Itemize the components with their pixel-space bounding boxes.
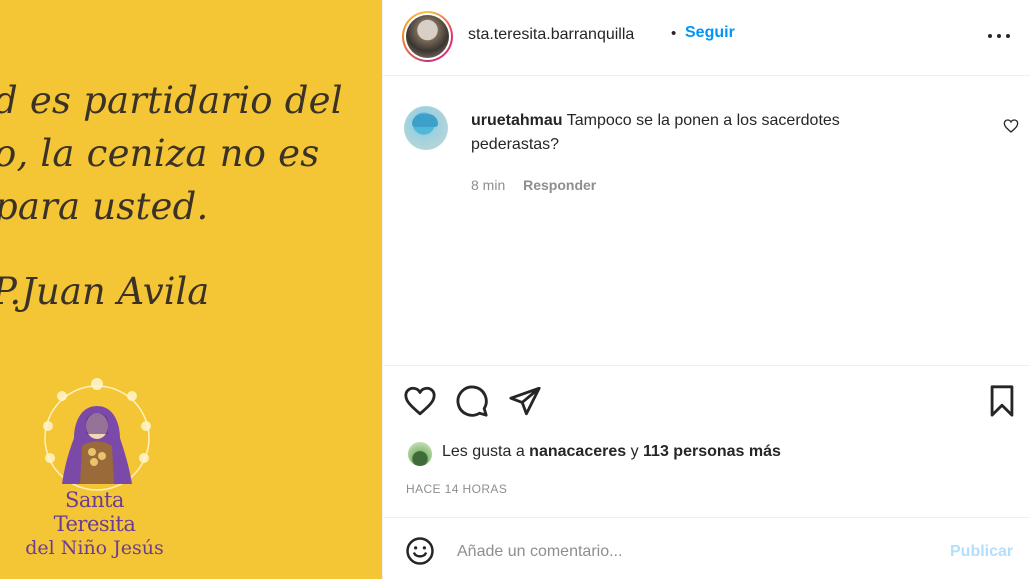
comment-age: 8 min <box>471 177 506 193</box>
comment-body: uruetahmau Tampoco se la ponen a los sac… <box>471 109 911 157</box>
post-header: sta.teresita.barranquilla • Seguir <box>383 0 1030 76</box>
separator-dot: • <box>671 25 677 42</box>
author-avatar[interactable] <box>402 11 453 62</box>
author-username[interactable]: sta.teresita.barranquilla <box>468 26 634 44</box>
comment-meta: 8 min Responder <box>471 177 610 193</box>
comment-bubble-icon[interactable] <box>455 384 489 418</box>
heart-icon[interactable] <box>403 384 437 418</box>
publish-button[interactable]: Publicar <box>950 543 1013 561</box>
likes-middle: y <box>626 443 644 460</box>
follow-button[interactable]: Seguir <box>685 24 735 42</box>
more-horizontal-icon[interactable] <box>986 22 1014 48</box>
likes-prefix: Les gusta a <box>442 443 530 460</box>
post-timestamp[interactable]: HACE 14 HORAS <box>406 482 507 496</box>
quote-author: P.Juan Avila <box>0 270 210 313</box>
logo-wordmark: Santa Teresita del Niño Jesús <box>22 488 167 560</box>
paper-plane-icon[interactable] <box>508 384 542 418</box>
quote-text: d es partidario del o, la ceniza no es p… <box>0 74 343 233</box>
quote-line-3: para usted. <box>0 185 209 228</box>
logo-line-1: Santa Teresita <box>53 488 136 536</box>
bookmark-icon[interactable] <box>985 384 1019 418</box>
smiley-icon[interactable] <box>405 536 435 566</box>
likes-summary[interactable]: Les gusta a nanacaceres y 113 personas m… <box>442 443 781 461</box>
post-image: d es partidario del o, la ceniza no es p… <box>0 0 382 579</box>
actions-bar: Les gusta a nanacaceres y 113 personas m… <box>383 365 1030 517</box>
liker-username[interactable]: nanacaceres <box>529 443 626 460</box>
quote-line-2: o, la ceniza no es <box>0 132 320 175</box>
likes-others[interactable]: 113 personas más <box>643 443 781 460</box>
comment-input[interactable] <box>457 538 927 566</box>
post-side-panel: sta.teresita.barranquilla • Seguir uruet… <box>382 0 1030 579</box>
reply-button[interactable]: Responder <box>523 177 596 193</box>
add-comment-bar: Publicar <box>383 517 1030 579</box>
comment-heart-icon[interactable] <box>1003 118 1019 134</box>
logo-line-2: del Niño Jesús <box>25 537 164 559</box>
liker-avatar[interactable] <box>407 441 433 467</box>
quote-line-1: d es partidario del <box>0 79 343 122</box>
commenter-username[interactable]: uruetahmau <box>471 112 563 129</box>
commenter-avatar[interactable] <box>404 106 448 150</box>
